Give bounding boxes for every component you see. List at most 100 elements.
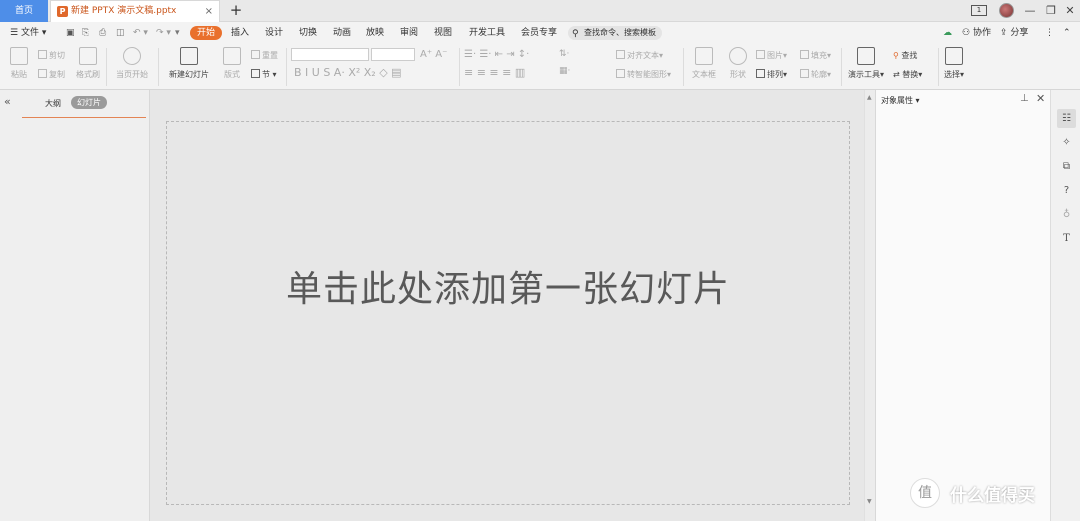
tab-review[interactable]: 审阅 (400, 22, 418, 44)
select-button[interactable]: 选择▾ (942, 47, 966, 80)
tab-start[interactable]: 开始 (190, 26, 223, 40)
scroll-up-icon[interactable]: ▲ (867, 94, 872, 101)
layout-button[interactable]: 版式 (220, 47, 244, 80)
tab-transition[interactable]: 切换 (299, 22, 317, 44)
cut-button[interactable]: 剪切 (38, 50, 65, 61)
paste-label: 粘贴 (11, 70, 27, 79)
close-window-button[interactable]: ✕ (1060, 0, 1080, 22)
new-slide-icon (180, 47, 198, 65)
scroll-down-icon[interactable]: ▼ (867, 498, 872, 505)
new-slide-button[interactable]: 新建幻灯片 (164, 47, 214, 80)
ribbon-divider (841, 48, 842, 86)
panel-title-label: 对象属性 (881, 96, 913, 105)
preview-icon[interactable]: ◫ (116, 22, 125, 44)
search-input[interactable]: ⚲ 查找命令、搜索模板 (568, 26, 662, 40)
tab-insert[interactable]: 插入 (231, 22, 249, 44)
tab-slideshow[interactable]: 放映 (366, 22, 384, 44)
avatar[interactable] (999, 3, 1014, 18)
more-icon[interactable]: ⋮ (1045, 22, 1054, 44)
export-icon[interactable]: ⎘ (82, 22, 89, 44)
close-panel-icon[interactable]: ✕ (1036, 92, 1045, 105)
play-icon (123, 47, 141, 65)
add-first-slide-placeholder[interactable]: 单击此处添加第一张幻灯片 (166, 121, 850, 505)
convert-smartart-button[interactable]: 转智能图形▾ (616, 69, 671, 80)
ribbon-divider (158, 48, 159, 86)
window-count-badge[interactable]: 1 (971, 5, 987, 16)
fill-icon (800, 50, 809, 59)
font-size-select[interactable] (371, 48, 415, 61)
tab-animation[interactable]: 动画 (333, 22, 351, 44)
collapse-panel-icon[interactable]: « (4, 95, 11, 108)
section-icon (251, 69, 260, 78)
font-grow-icon[interactable]: A⁺ A⁻ (420, 49, 447, 60)
copy-button[interactable]: 复制 (38, 69, 65, 80)
collapse-ribbon-icon[interactable]: ⌃ (1063, 22, 1071, 44)
picture-button[interactable]: 图片▾ (756, 50, 787, 61)
share-icon: ⇪ (1000, 28, 1011, 38)
cloud-sync-icon[interactable]: ☁ (943, 22, 952, 44)
arrange-button[interactable]: 排列▾ (756, 69, 787, 80)
properties-icon[interactable]: ☷ (1057, 109, 1076, 128)
collab-button[interactable]: ⚇ 协作 (962, 22, 991, 44)
format-painter-label: 格式刷 (76, 70, 100, 79)
paste-button[interactable]: 粘贴 (8, 47, 30, 80)
slides-icon[interactable]: ⧉ (1057, 157, 1076, 176)
new-tab-button[interactable]: + (228, 0, 244, 22)
vertical-scrollbar[interactable]: ▲ ▼ (864, 90, 875, 521)
section-label: 节 (262, 70, 270, 79)
replace-button[interactable]: ⇄ 替换▾ (893, 69, 922, 80)
tab-view[interactable]: 视图 (434, 22, 452, 44)
share-button[interactable]: ⇪ 分享 (1000, 22, 1028, 44)
copy-icon (38, 69, 47, 78)
reset-label: 重置 (262, 51, 278, 60)
print-icon[interactable]: ⎙ (99, 22, 106, 44)
fill-button[interactable]: 填充▾ (800, 50, 831, 61)
tab-slides[interactable]: 幻灯片 (71, 96, 107, 109)
redo-icon[interactable]: ↷ ▾ (156, 22, 171, 44)
tab-member[interactable]: 会员专享 (521, 22, 557, 44)
file-menu[interactable]: ☰ 文件 ▾ (10, 22, 46, 44)
pin-icon[interactable]: ⊥ (1020, 93, 1029, 104)
list-buttons[interactable]: ☰· ☰· ⇤ ⇥ ↕· (464, 49, 529, 60)
presentation-tools-button[interactable]: 演示工具▾ (846, 47, 886, 80)
tab-home[interactable]: 首页 (0, 0, 48, 22)
customize-icon[interactable]: ▾ (175, 22, 180, 44)
undo-icon[interactable]: ↶ ▾ (133, 22, 148, 44)
minimize-button[interactable]: — (1020, 0, 1040, 22)
text-direction-icon[interactable]: ⇅· (559, 49, 569, 59)
align-text-button[interactable]: 对齐文本▾ (616, 50, 663, 61)
tab-developer[interactable]: 开发工具 (469, 22, 505, 44)
tab-outline[interactable]: 大纲 (45, 98, 61, 109)
text-icon[interactable]: T (1057, 229, 1076, 248)
save-icon[interactable]: ▣ (66, 22, 75, 44)
textbox-button[interactable]: 文本框 (688, 47, 720, 80)
tab-bar: 首页 P 新建 PPTX 演示文稿.pptx × + 1 — ❐ ✕ (0, 0, 1080, 22)
layout-icon (223, 47, 241, 65)
panel-title[interactable]: 对象属性 ▾ (881, 95, 920, 106)
reset-button[interactable]: 重置 (251, 50, 278, 61)
cut-label: 剪切 (49, 51, 65, 60)
new-slide-label: 新建幻灯片 (169, 70, 209, 79)
tab-close-icon[interactable]: × (205, 1, 213, 22)
format-painter-button[interactable]: 格式刷 (74, 47, 102, 80)
shape-button[interactable]: 形状 (726, 47, 750, 80)
tab-document[interactable]: P 新建 PPTX 演示文稿.pptx × (50, 0, 220, 22)
outline-button[interactable]: 轮廓▾ (800, 69, 831, 80)
object-properties-panel: 对象属性 ▾ ⊥ ✕ (875, 90, 1050, 521)
font-family-select[interactable] (291, 48, 369, 61)
idea-icon[interactable]: ♁ (1057, 205, 1076, 224)
animation-icon[interactable]: ✧ (1057, 133, 1076, 152)
help-icon[interactable]: ? (1057, 181, 1076, 200)
shape-label: 形状 (730, 70, 746, 79)
section-button[interactable]: 节 ▾ (251, 69, 277, 80)
start-current-button[interactable]: 当页开始 (112, 47, 152, 80)
arrange-label: 排列 (767, 70, 783, 79)
align-buttons[interactable]: ≡ ≡ ≡ ≡ ▥ (464, 66, 525, 79)
font-style-buttons[interactable]: B I U S A· X² X₂ ◇ ▤ (294, 66, 402, 79)
slide-navigator: « 大纲 幻灯片 (0, 90, 150, 521)
columns-icon[interactable]: ▦· (559, 66, 570, 76)
restore-button[interactable]: ❐ (1041, 0, 1061, 22)
tab-design[interactable]: 设计 (265, 22, 283, 44)
find-button[interactable]: ⚲ 查找 (893, 50, 917, 61)
ribbon-divider (286, 48, 287, 86)
